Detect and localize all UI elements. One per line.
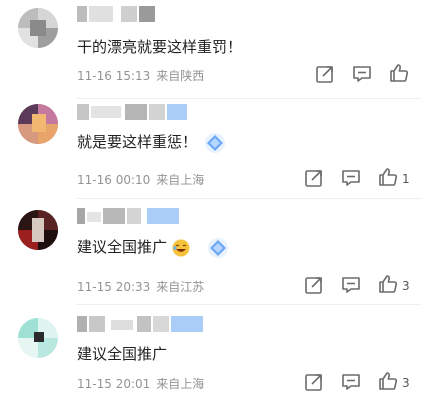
comment-time: 20:01	[115, 377, 151, 391]
thumbs-up-icon[interactable]	[377, 370, 399, 392]
comment-location: 来自上海	[156, 377, 205, 391]
share-icon[interactable]	[303, 371, 325, 393]
avatar[interactable]	[18, 318, 58, 358]
username-blurred[interactable]	[77, 316, 203, 332]
like-count: 3	[402, 376, 410, 390]
comment-item: 建议全国推广 11-15 20:01 来自上海 3	[0, 0, 421, 405]
comment-meta: 11-15 20:01 来自上海	[77, 375, 204, 392]
comment-text: 建议全国推广	[77, 345, 168, 363]
comment-icon[interactable]	[340, 371, 362, 393]
comment-date: 11-15	[77, 377, 112, 391]
avatar-pixelated-image	[18, 318, 58, 358]
